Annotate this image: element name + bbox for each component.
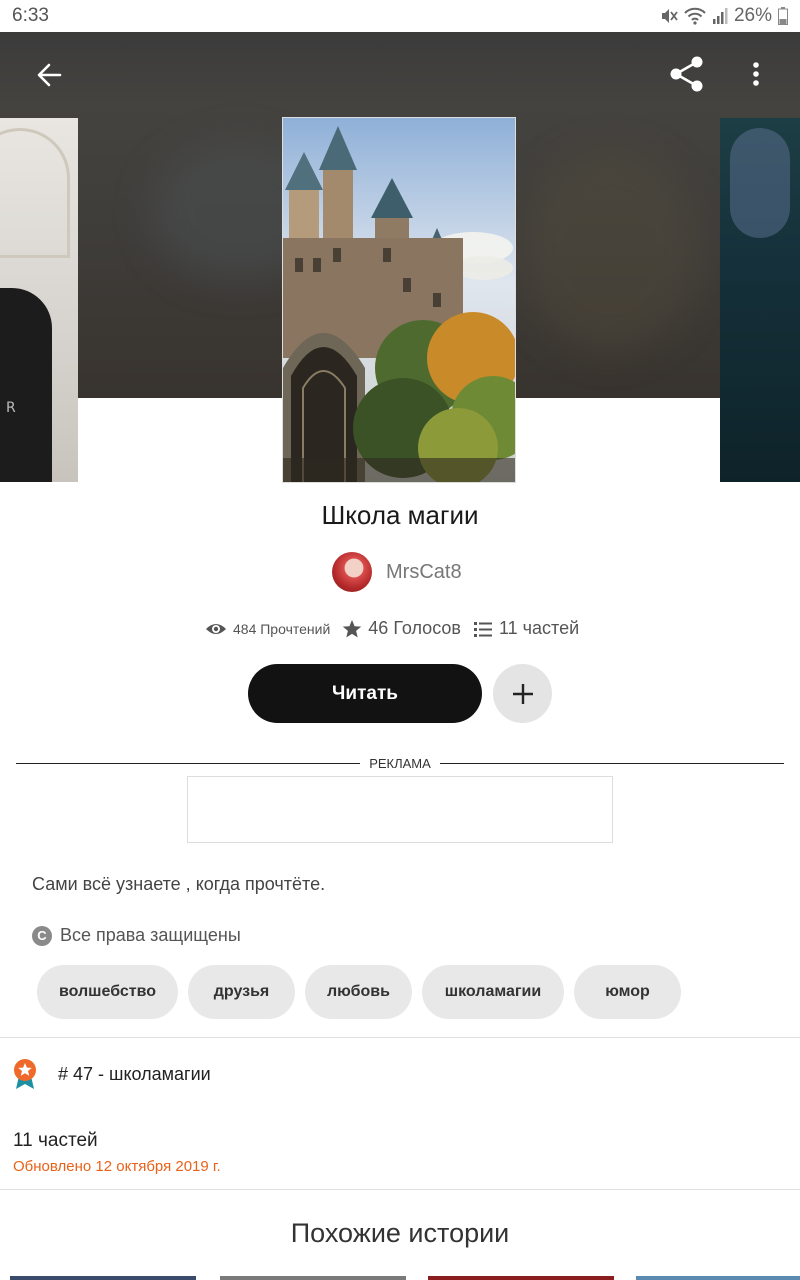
read-button[interactable]: Читать — [248, 664, 482, 723]
story-stats: 484 Прочтений 46 Голосов 11 частей — [205, 618, 591, 639]
more-options-button[interactable] — [744, 58, 768, 92]
rank-row[interactable]: # 47 - школамагии — [12, 1058, 211, 1090]
mute-icon — [661, 9, 678, 23]
status-bar: 6:33 26% — [0, 0, 800, 32]
votes-stat: 46 Голосов — [342, 618, 461, 639]
story-description: Сами всё узнаете , когда прочтёте. — [32, 874, 326, 894]
cover-decoration: R — [6, 400, 16, 416]
battery-icon — [778, 7, 788, 25]
reads-count: 484 Прочтений — [233, 620, 331, 637]
eye-icon — [206, 623, 226, 634]
tag-chip[interactable]: друзья — [188, 965, 295, 1019]
castle-cover-image — [283, 118, 515, 482]
updated-date: Обновлено 12 октября 2019 г. — [13, 1158, 221, 1175]
rank-badge-icon — [14, 1059, 36, 1089]
tag-list: волшебство друзья любовь школамагии юмор — [37, 965, 681, 1019]
battery-percent: 26% — [733, 5, 772, 26]
divider — [0, 1037, 800, 1038]
copyright-text: Все права защищены — [60, 925, 241, 945]
tag-chip[interactable]: юмор — [574, 965, 681, 1019]
parts-stat: 11 частей — [473, 618, 579, 639]
more-vert-icon — [753, 62, 759, 86]
rank-text: # 47 - школамагии — [58, 1063, 211, 1084]
add-to-library-button[interactable] — [493, 664, 552, 723]
list-icon — [473, 621, 492, 637]
author-name: MrsCat8 — [386, 560, 462, 583]
story-title: Школа магии — [321, 500, 479, 530]
signal-icon — [712, 8, 728, 24]
tag-chip[interactable]: школамагии — [422, 965, 564, 1019]
tag-chip[interactable]: волшебство — [37, 965, 178, 1019]
back-button[interactable] — [30, 58, 70, 92]
header-blur-decoration — [520, 152, 700, 352]
similar-story-cover[interactable] — [220, 1276, 406, 1280]
share-icon — [670, 56, 703, 92]
ad-label: РЕКЛАМА — [360, 756, 440, 771]
status-icons: 26% — [660, 5, 788, 27]
cover-decoration — [0, 128, 70, 258]
avatar — [332, 552, 372, 592]
similar-story-cover[interactable] — [636, 1276, 800, 1280]
plus-icon — [512, 683, 533, 704]
ad-container[interactable] — [187, 776, 613, 843]
star-icon — [343, 619, 362, 637]
parts-count: 11 частей — [498, 618, 580, 638]
cover-next[interactable] — [720, 118, 800, 482]
reads-stat: 484 Прочтений — [205, 621, 330, 637]
cover-decoration — [730, 128, 790, 238]
copyright: C Все права защищены — [32, 925, 241, 946]
similar-story-cover[interactable] — [10, 1276, 196, 1280]
tag-chip[interactable]: любовь — [305, 965, 412, 1019]
votes-count: 46 Голосов — [368, 618, 461, 638]
divider — [0, 1189, 800, 1190]
cover-decoration — [0, 288, 52, 482]
arrow-left-icon — [37, 63, 62, 87]
wifi-icon — [684, 7, 706, 25]
author-link[interactable]: MrsCat8 — [332, 552, 462, 592]
parts-title[interactable]: 11 частей — [13, 1130, 98, 1152]
similar-stories-title: Похожие истории — [290, 1218, 510, 1248]
status-time: 6:33 — [12, 5, 49, 26]
share-button[interactable] — [668, 54, 706, 94]
cover-previous[interactable]: R — [0, 118, 78, 482]
copyright-icon: C — [32, 925, 52, 946]
cover-current[interactable] — [282, 117, 516, 483]
similar-story-cover[interactable] — [428, 1276, 614, 1280]
